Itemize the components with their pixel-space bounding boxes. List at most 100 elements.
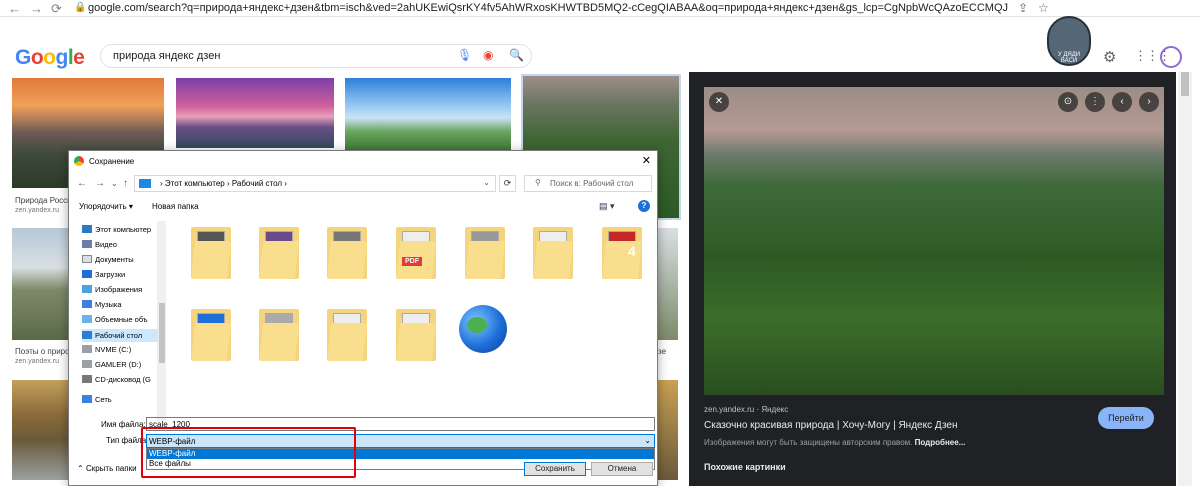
organize-button[interactable]: Упорядочить ▾ <box>79 202 133 211</box>
filename-label: Имя файла: <box>101 420 146 429</box>
folder-icon[interactable] <box>465 227 505 279</box>
profile-avatar[interactable] <box>1160 46 1182 68</box>
result-source: zen.yandex.ru <box>15 207 59 214</box>
cancel-button[interactable]: Отмена <box>591 462 653 476</box>
tree-item[interactable]: Загрузки <box>82 270 158 279</box>
goto-button[interactable]: Перейти <box>1098 407 1154 429</box>
desktop-icon <box>82 331 92 339</box>
result-image-5[interactable] <box>12 228 72 340</box>
drive-icon <box>82 345 92 353</box>
3d-objects-icon <box>82 315 92 323</box>
tree-item[interactable]: NVME (C:) <box>82 345 158 354</box>
folder-icon[interactable] <box>327 309 367 361</box>
result-caption[interactable]: Поэты о приро <box>15 347 70 356</box>
tree-item[interactable]: Изображения <box>82 285 158 294</box>
share-icon[interactable]: ⇪ <box>1018 1 1028 15</box>
preview-image[interactable] <box>704 87 1164 395</box>
tree-item[interactable]: CD-дисковод (G <box>82 375 158 384</box>
result-image-8[interactable] <box>658 380 678 480</box>
image-preview-panel: ✕ ⊙ ⋮ ‹ › zen.yandex.ru · Яндекс Сказочн… <box>689 72 1176 486</box>
gear-icon[interactable]: ⚙ <box>1103 48 1116 66</box>
folder-icon[interactable] <box>533 227 573 279</box>
tree-item[interactable]: Этот компьютер <box>82 225 158 234</box>
folder-icon[interactable] <box>191 227 231 279</box>
next-icon[interactable]: › <box>1139 92 1159 112</box>
tree-item[interactable]: Музыка <box>82 300 158 309</box>
close-icon[interactable]: ✕ <box>642 154 651 167</box>
search-icon: ⚲ <box>535 178 541 187</box>
result-caption-partial[interactable]: зе <box>658 347 666 356</box>
tree-item-selected[interactable]: Рабочий стол <box>82 329 158 342</box>
dialog-title: Сохранение <box>89 157 135 166</box>
chevron-down-icon: ⌄ <box>644 436 651 445</box>
folder-icon[interactable]: 4 <box>602 227 642 279</box>
tree-scrollbar[interactable] <box>158 221 166 421</box>
prev-icon[interactable]: ‹ <box>1112 92 1132 112</box>
close-icon[interactable]: ✕ <box>709 92 729 112</box>
view-options-icon[interactable]: ▤ ▾ <box>599 201 615 212</box>
computer-icon <box>139 179 151 188</box>
folder-icon[interactable] <box>327 227 367 279</box>
hide-folders-button[interactable]: ⌃ Скрыть папки <box>77 464 137 473</box>
search-box[interactable]: природа яндекс дзен 🎙 ◉ 🔍 <box>100 44 532 68</box>
navigation-tree: Этот компьютер Видео Документы Загрузки … <box>78 221 158 421</box>
folder-icon[interactable]: PDF <box>396 227 436 279</box>
network-globe-icon[interactable] <box>459 305 507 353</box>
folder-icon[interactable] <box>259 309 299 361</box>
cd-drive-icon <box>82 375 92 383</box>
breadcrumb-item[interactable]: Рабочий стол <box>232 179 282 188</box>
google-header: Google природа яндекс дзен 🎙 ◉ 🔍 У ДЯДИ … <box>0 16 1200 74</box>
tree-item[interactable]: Объемные объ <box>82 315 158 324</box>
video-icon <box>82 240 92 248</box>
result-image-2[interactable] <box>176 78 334 148</box>
address-bar: ← → ⟳ 🔒 google.com/search?q=природа+янде… <box>0 0 1200 17</box>
folder-icon[interactable] <box>259 227 299 279</box>
tree-item[interactable]: GAMLER (D:) <box>82 360 158 369</box>
tree-item[interactable]: Сеть <box>82 395 158 404</box>
forward-icon[interactable]: → <box>95 178 105 189</box>
result-image-6[interactable] <box>12 380 72 480</box>
network-icon <box>82 395 92 403</box>
result-image-7[interactable] <box>658 228 678 340</box>
page-scrollbar[interactable] <box>1178 72 1192 486</box>
folder-icon[interactable] <box>396 309 436 361</box>
breadcrumb-item[interactable]: Этот компьютер <box>165 179 225 188</box>
chevron-down-icon[interactable]: ⌄ <box>483 178 490 187</box>
up-icon[interactable]: ↑ <box>123 178 128 189</box>
url-field[interactable]: google.com/search?q=природа+яндекс+дзен&… <box>88 2 1008 14</box>
search-query[interactable]: природа яндекс дзен <box>113 50 220 62</box>
images-icon <box>82 285 92 293</box>
microphone-icon[interactable]: 🎙 <box>457 48 472 62</box>
refresh-button[interactable]: ⟳ <box>499 175 516 192</box>
documents-icon <box>82 255 92 263</box>
lens-icon[interactable]: ⊙ <box>1058 92 1078 112</box>
chevron-down-icon[interactable]: ⌄ <box>111 179 118 188</box>
download-icon <box>82 270 92 278</box>
help-icon[interactable]: ? <box>638 200 650 212</box>
folder-search-input[interactable]: ⚲ Поиск в: Рабочий стол <box>524 175 652 192</box>
lock-icon[interactable]: 🔒 <box>74 2 86 13</box>
forward-icon[interactable]: → <box>30 1 43 16</box>
reload-icon[interactable]: ⟳ <box>51 1 62 17</box>
result-image-3[interactable] <box>345 78 511 150</box>
copyright-note: Изображения могут быть защищены авторски… <box>704 438 966 447</box>
computer-icon <box>82 225 92 233</box>
breadcrumb[interactable]: › Этот компьютер › Рабочий стол › ⌄ <box>134 175 496 192</box>
save-button[interactable]: Сохранить <box>524 462 586 476</box>
star-icon[interactable]: ☆ <box>1038 1 1049 15</box>
tree-item[interactable]: Видео <box>82 240 158 249</box>
camera-search-icon[interactable]: ◉ <box>483 48 493 62</box>
back-icon[interactable]: ← <box>77 178 87 189</box>
search-icon[interactable]: 🔍 <box>509 48 524 62</box>
more-link[interactable]: Подробнее... <box>915 438 966 447</box>
tree-item[interactable]: Документы <box>82 255 158 264</box>
google-logo[interactable]: Google <box>15 46 85 70</box>
preview-source[interactable]: zen.yandex.ru · Яндекс <box>704 405 788 414</box>
more-icon[interactable]: ⋮ <box>1085 92 1105 112</box>
preview-title[interactable]: Сказочно красивая природа | Хочу-Могу | … <box>704 420 958 431</box>
result-caption[interactable]: Природа Росси <box>15 196 72 205</box>
new-folder-button[interactable]: Новая папка <box>152 202 199 211</box>
chrome-icon <box>74 156 84 166</box>
folder-icon[interactable] <box>191 309 231 361</box>
back-icon[interactable]: ← <box>8 1 21 16</box>
